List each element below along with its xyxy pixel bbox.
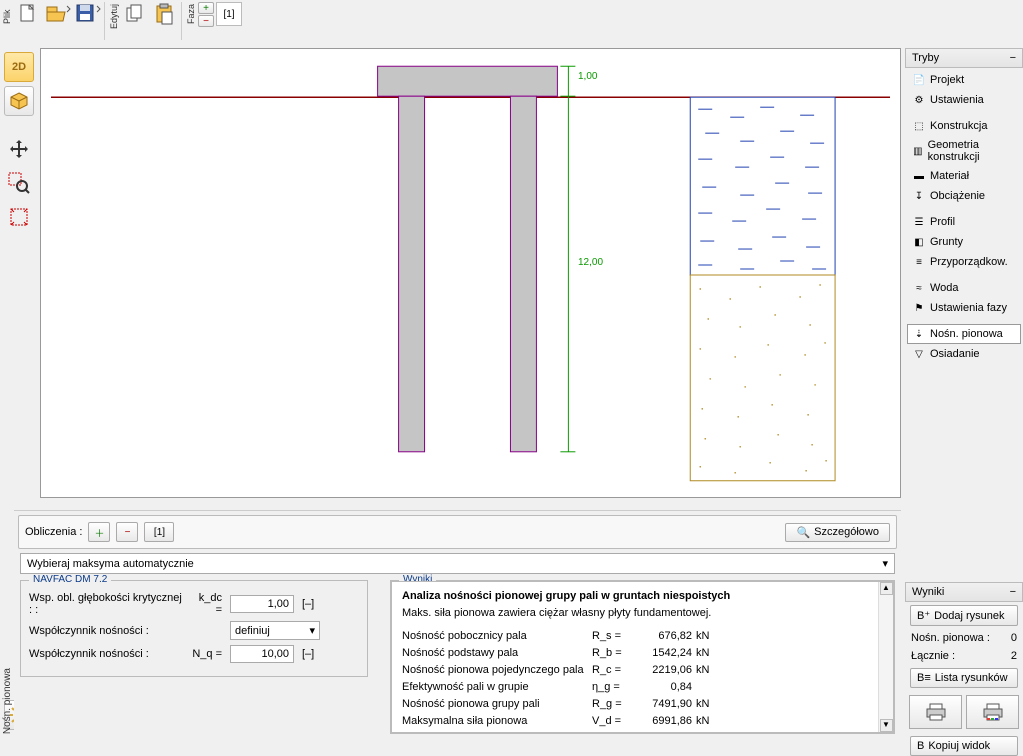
tree-konstrukcja[interactable]: ⬚Konstrukcja	[907, 116, 1021, 136]
results-header: Analiza nośności pionowej grupy pali w g…	[402, 588, 883, 605]
list-icon: B≡	[917, 672, 931, 684]
struct-icon: ⬚	[912, 119, 926, 133]
load-icon: ↧	[912, 189, 926, 203]
phase-group-label: Faza	[184, 0, 198, 28]
result-line: Nośność pionowa pojedynczego palaR_c =22…	[402, 662, 883, 679]
profile-icon: ☰	[912, 215, 926, 229]
tree-projekt[interactable]: 📄Projekt	[907, 70, 1021, 90]
assign-icon: ≡	[912, 255, 926, 269]
file-group-label: Plik	[0, 0, 14, 28]
result-line: Nośność pionowa grupy paliR_g =7491,90kN	[402, 696, 883, 713]
settle-icon: ▽	[912, 347, 926, 361]
bearing-factor-select[interactable]: definiuj ▾	[230, 621, 320, 640]
gear-icon: ⚙	[912, 93, 926, 107]
tryby-panel: Tryby − 📄Projekt ⚙Ustawienia ⬚Konstrukcj…	[905, 48, 1023, 366]
result-line: Efektywność pali w grupieη_g =0,84	[402, 679, 883, 696]
calc-phase-button[interactable]: [1]	[144, 522, 174, 542]
water-icon: ≈	[912, 281, 926, 295]
obliczenia-bar: Obliczenia : ＋ − [1] 🔍 Szczegółowo	[18, 515, 897, 549]
chevron-down-icon: ▾	[882, 557, 888, 570]
bottom-tab-label: Nośn. pionowa	[0, 664, 15, 738]
tree-profil[interactable]: ☰Profil	[907, 212, 1021, 232]
print-bw-button[interactable]	[909, 695, 962, 729]
wyniki-fieldset: Wyniki Analiza nośności pionowej grupy p…	[390, 580, 895, 734]
results-scrollbar[interactable]: ▲ ▼	[878, 582, 893, 732]
pan-button[interactable]	[4, 134, 34, 164]
remove-calc-button[interactable]: −	[116, 522, 138, 542]
tree-geometria[interactable]: ▥Geometria konstrukcji	[907, 136, 1021, 166]
bearing-factor-label: Współczynnik nośności :	[29, 625, 184, 637]
nq-label: Współczynnik nośności :	[29, 648, 184, 660]
phase-tab[interactable]: [1]	[216, 2, 242, 26]
navfac-title: NAVFAC DM 7.2	[29, 574, 111, 585]
tryby-title: Tryby	[912, 52, 939, 64]
tree-przyporz[interactable]: ≡Przyporządkow.	[907, 252, 1021, 272]
save-button[interactable]	[74, 0, 102, 28]
view-3d-button[interactable]	[4, 86, 34, 116]
wyniki-count-row: Nośn. pionowa : 0	[905, 629, 1023, 647]
tree-osiadanie[interactable]: ▽Osiadanie	[907, 344, 1021, 364]
nq-unit: [–]	[302, 648, 322, 660]
wyniki-side-panel: Wyniki − B⁺ Dodaj rysunek Nośn. pionowa …	[905, 582, 1023, 742]
print-color-button[interactable]	[966, 695, 1019, 729]
navfac-fieldset: NAVFAC DM 7.2 Wsp. obl. głębokości kryty…	[20, 580, 368, 677]
kdc-input[interactable]	[230, 595, 294, 613]
dimension-top: 1,00	[578, 71, 597, 82]
drawing-canvas[interactable]: 1,00 12,00	[40, 48, 901, 498]
remove-phase-button[interactable]: −	[198, 15, 214, 27]
result-line: Maksymalna siła pionowaV_d =6991,86kN	[402, 713, 883, 730]
result-line: Nośność podstawy palaR_b =1542,24kN	[402, 645, 883, 662]
kdc-label: Wsp. obl. głębokości krytycznej : :	[29, 592, 184, 616]
zoom-fit-button[interactable]	[4, 202, 34, 232]
vert-icon: ⇣	[912, 327, 926, 341]
view-2d-button[interactable]: 2D	[4, 52, 34, 82]
copy-view-button[interactable]: B Kopiuj widok	[910, 736, 1018, 756]
result-line: Nośność pobocznicy palaR_s =676,82kN	[402, 628, 883, 645]
top-toolbar: Plik Edytuj Faza + − [1]	[0, 0, 1023, 46]
wyniki-total-row: Łącznie : 2	[905, 647, 1023, 665]
add-calc-button[interactable]: ＋	[88, 522, 110, 542]
scroll-up-icon[interactable]: ▲	[880, 582, 893, 595]
kdc-unit: [–]	[302, 598, 322, 610]
tree-grunty[interactable]: ◧Grunty	[907, 232, 1021, 252]
mat-icon: ▬	[912, 169, 926, 183]
edit-group-label: Edytuj	[107, 0, 121, 33]
phase-icon: ⚑	[912, 301, 926, 315]
minimize-icon[interactable]: −	[1010, 52, 1016, 64]
wyniki-title-bar: Wyniki −	[905, 582, 1023, 602]
tree-obciazenie[interactable]: ↧Obciążenie	[907, 186, 1021, 206]
obliczenia-label: Obliczenia :	[25, 526, 82, 538]
soil-icon: ◧	[912, 235, 926, 249]
magnify-doc-icon: 🔍	[796, 526, 810, 539]
tree-material[interactable]: ▬Materiał	[907, 166, 1021, 186]
results-textbox: Analiza nośności pionowej grupy pali w g…	[391, 581, 894, 733]
add-drawing-icon: B⁺	[917, 609, 930, 622]
nq-input[interactable]	[230, 645, 294, 663]
tree-nosn-pionowa[interactable]: ⇣Nośn. pionowa	[907, 324, 1021, 344]
results-sub: Maks. siła pionowa zawiera ciężar własny…	[402, 605, 883, 622]
max-mode-dropdown[interactable]: Wybieraj maksyma automatycznie ▾	[20, 553, 895, 574]
tryby-title-bar: Tryby −	[905, 48, 1023, 68]
open-file-button[interactable]	[44, 0, 72, 28]
paste-button[interactable]	[151, 0, 179, 28]
copy-button[interactable]	[121, 0, 149, 28]
add-drawing-button[interactable]: B⁺ Dodaj rysunek	[910, 605, 1018, 626]
kdc-symbol: k_dc =	[192, 592, 222, 616]
drawing-list-button[interactable]: B≡ Lista rysunków	[910, 668, 1018, 688]
tree-woda[interactable]: ≈Woda	[907, 278, 1021, 298]
bottom-panel: Nośn. pionowa Obliczenia : ＋ − [1] 🔍 Szc…	[14, 510, 901, 742]
details-button[interactable]: 🔍 Szczegółowo	[785, 523, 890, 542]
tree-ustawienia[interactable]: ⚙Ustawienia	[907, 90, 1021, 110]
add-phase-button[interactable]: +	[198, 2, 214, 14]
tree-ustawienia-fazy[interactable]: ⚑Ustawienia fazy	[907, 298, 1021, 318]
geom-icon: ▥	[912, 144, 924, 158]
minimize-icon[interactable]: −	[1010, 586, 1016, 598]
doc-icon: 📄	[912, 73, 926, 87]
scroll-down-icon[interactable]: ▼	[880, 719, 893, 732]
chevron-down-icon: ▾	[309, 624, 315, 637]
zoom-window-button[interactable]	[4, 168, 34, 198]
new-file-button[interactable]	[14, 0, 42, 28]
dimension-side: 12,00	[578, 257, 603, 268]
nq-symbol: N_q =	[192, 648, 222, 660]
